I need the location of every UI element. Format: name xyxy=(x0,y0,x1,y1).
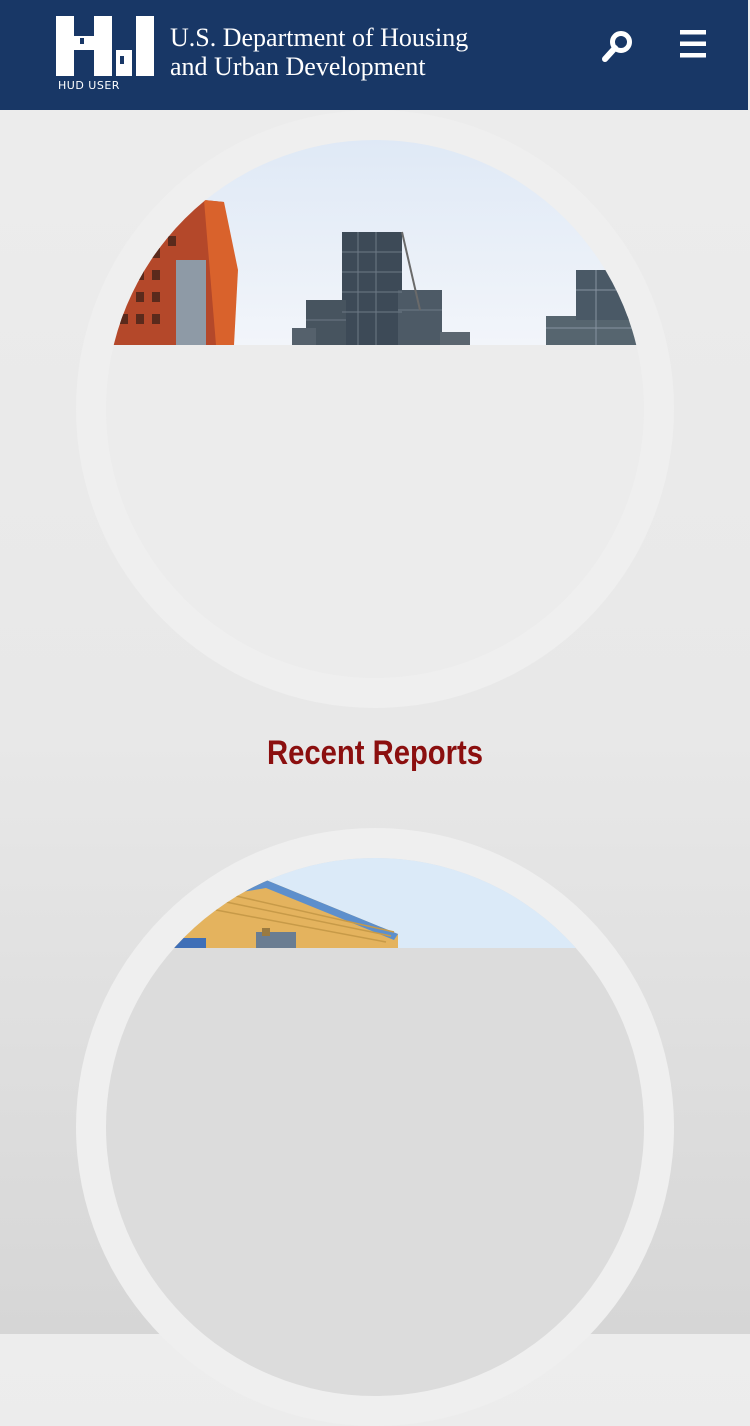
report-card[interactable] xyxy=(76,828,674,1426)
logo-caption: HUD USER xyxy=(58,79,120,92)
featured-card[interactable] xyxy=(76,110,674,708)
recent-reports-heading: Recent Reports xyxy=(266,734,484,772)
site-header: HUD USER U.S. Department of Housing and … xyxy=(0,0,748,110)
housing-building-image xyxy=(106,858,644,948)
logo-mark xyxy=(56,16,154,76)
org-name-line1: U.S. Department of Housing xyxy=(170,23,469,52)
hud-user-logo[interactable]: HUD USER xyxy=(56,16,154,94)
report-card-image-frame xyxy=(106,858,644,1396)
menu-button[interactable] xyxy=(676,26,712,62)
hamburger-menu-icon xyxy=(680,30,706,58)
search-button[interactable] xyxy=(598,26,638,66)
search-icon xyxy=(602,31,632,62)
featured-card-image-frame xyxy=(106,140,644,678)
city-buildings-image xyxy=(106,140,644,345)
org-name[interactable]: U.S. Department of Housing and Urban Dev… xyxy=(170,23,468,81)
org-name-line2: and Urban Development xyxy=(170,52,426,81)
